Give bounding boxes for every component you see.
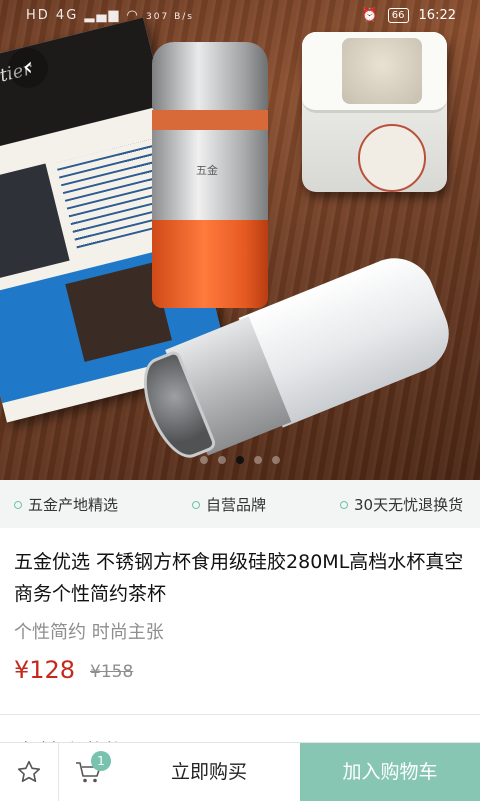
service-tag: 五金产地精选 bbox=[14, 494, 118, 515]
network-status: HD 4G ▂▄▆ ◠ 307 B/s bbox=[26, 8, 194, 23]
alarm-icon: ⏰ bbox=[361, 8, 378, 23]
circle-icon bbox=[14, 500, 22, 509]
gallery-dot[interactable] bbox=[218, 456, 226, 464]
circle-icon bbox=[340, 500, 348, 509]
cup-brand-label: 五金 bbox=[196, 164, 218, 177]
chevron-left-icon: ‹ bbox=[22, 52, 34, 82]
bottom-action-bar: 1 立即购买 加入购物车 bbox=[0, 742, 480, 801]
buy-now-button[interactable]: 立即购买 bbox=[118, 743, 300, 801]
gallery-dot-active[interactable] bbox=[236, 456, 244, 464]
orange-cup: 五金 bbox=[152, 42, 268, 308]
service-tag-label: 30天无忧退换货 bbox=[354, 496, 464, 514]
star-icon bbox=[17, 760, 41, 783]
gallery-pagination bbox=[0, 456, 480, 464]
status-bar: HD 4G ▂▄▆ ◠ 307 B/s ⏰ 66 16:22 bbox=[0, 0, 480, 34]
original-price: ¥158 bbox=[90, 662, 134, 682]
add-to-cart-button[interactable]: 加入购物车 bbox=[300, 743, 480, 801]
product-price: ¥128 bbox=[14, 656, 76, 684]
service-tag: 30天无忧退换货 bbox=[340, 494, 463, 515]
network-type: HD 4G bbox=[26, 8, 79, 23]
network-speed: 307 B/s bbox=[146, 12, 194, 22]
product-info: 五金优选 不锈钢方杯食用级硅胶280ML高档水杯真空商务个性简约茶杯 个性简约 … bbox=[0, 528, 480, 714]
product-image-gallery[interactable]: Cartier 五金 bbox=[0, 0, 480, 480]
gallery-dot[interactable] bbox=[254, 456, 262, 464]
circle-icon bbox=[192, 500, 200, 509]
favorite-button[interactable] bbox=[0, 743, 59, 801]
service-tags: 五金产地精选 自营品牌 30天无忧退换货 bbox=[0, 480, 480, 528]
cart-count-badge: 1 bbox=[91, 751, 111, 771]
wifi-icon: ◠ bbox=[126, 8, 140, 23]
battery-icon: 66 bbox=[387, 8, 409, 23]
gallery-dot[interactable] bbox=[272, 456, 280, 464]
tin-box-prop bbox=[302, 32, 447, 192]
clock: 16:22 bbox=[418, 8, 456, 23]
cart-button[interactable]: 1 bbox=[58, 743, 119, 801]
back-button[interactable]: ‹ bbox=[8, 48, 48, 88]
service-tag-label: 五金产地精选 bbox=[28, 496, 119, 514]
signal-icon: ▂▄▆ bbox=[84, 8, 121, 23]
gallery-dot[interactable] bbox=[200, 456, 208, 464]
service-tag-label: 自营品牌 bbox=[206, 496, 267, 514]
product-title: 五金优选 不锈钢方杯食用级硅胶280ML高档水杯真空商务个性简约茶杯 bbox=[14, 551, 464, 605]
product-subtitle: 个性简约 时尚主张 bbox=[14, 622, 164, 643]
service-tag: 自营品牌 bbox=[192, 494, 266, 515]
